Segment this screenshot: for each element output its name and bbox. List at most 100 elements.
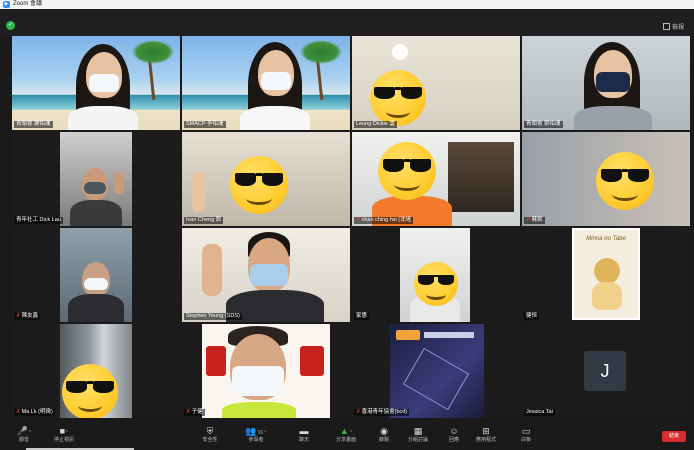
participant-name: ✗陳友鑫: [14, 313, 41, 320]
stop-video-button[interactable]: ■^ 停止視訊: [44, 426, 84, 443]
participants-icon: 👥16^: [245, 426, 267, 436]
participant-tile[interactable]: Ivan Cheng 鄭: [182, 132, 350, 226]
participant-tile[interactable]: 青頭會 謝佑珊: [12, 36, 180, 130]
microphone-icon: 🎤^: [16, 426, 32, 436]
participant-tile[interactable]: J Jessica Tai: [522, 324, 690, 418]
muted-mic-icon: ✗: [356, 409, 361, 415]
participant-tile[interactable]: ✗陳友鑫: [12, 228, 180, 322]
participants-button[interactable]: 👥16^ 參與者: [236, 426, 276, 443]
participant-name: 青頭會 劉佑珊: [524, 121, 563, 128]
torso: [240, 106, 310, 130]
shelf: [448, 142, 514, 212]
participant-name: 青年社工 Dick Lau: [14, 217, 63, 224]
participant-tile[interactable]: Leung Dickie 雲: [352, 36, 520, 130]
grid-view-icon: [662, 23, 670, 30]
mute-button[interactable]: 🎤^ 靜音: [4, 426, 44, 443]
profile-picture: Minna no Tabe: [572, 228, 640, 320]
security-label: 安全性: [202, 437, 218, 443]
muted-mic-icon: ✗: [526, 217, 531, 223]
participant-name: ✗香港青年協會(bcd): [354, 409, 410, 416]
muted-mic-icon: ✗: [16, 409, 21, 415]
active-speaker-tile[interactable]: Stephen Yeung (SDS): [182, 228, 350, 322]
shield-icon: ⛨: [206, 426, 214, 436]
participant-name: Ivan Cheng 鄭: [184, 217, 224, 224]
participant-tile[interactable]: ✗子健: [182, 324, 350, 418]
participant-name: ✗Ma Lk (明偉): [14, 409, 55, 416]
face-mask: [84, 278, 108, 290]
shield-icon[interactable]: ✓: [6, 21, 15, 30]
participant-name: ✗蘇凱: [524, 217, 545, 224]
avatar: J: [584, 351, 626, 391]
participant-tile[interactable]: ✗Ma Lk (明偉): [12, 324, 180, 418]
logo-icon: [396, 330, 420, 340]
ceiling-light: [392, 44, 408, 60]
window-title: Zoom 會議: [13, 1, 43, 7]
whiteboard-label: 白板: [520, 437, 531, 443]
participant-name: 青頭會 謝佑珊: [14, 121, 53, 128]
participant-tile[interactable]: ✗chan ching hsi (沈瑤: [352, 132, 520, 226]
participant-tile[interactable]: Minna no Tabe 健恒: [522, 228, 690, 322]
participant-name: 健恒: [524, 313, 540, 320]
face-mask: [232, 366, 284, 396]
face-mask: [596, 72, 630, 92]
muted-mic-icon: ✗: [16, 313, 21, 319]
logo-text: [424, 332, 474, 338]
participant-name: Jessica Tai: [524, 409, 555, 416]
torso: [222, 402, 296, 418]
participant-tile[interactable]: 青頭會 劉佑珊: [522, 36, 690, 130]
card-title: Minna no Tabe: [586, 236, 626, 242]
chat-button[interactable]: ▬ 聊天: [284, 426, 324, 443]
zoom-icon: ▶: [3, 1, 10, 8]
apps-button[interactable]: ⊞ 應用程式: [466, 426, 506, 443]
peace-hand: [192, 172, 206, 212]
share-screen-icon: ▲^: [339, 426, 353, 436]
banner-glyph: [206, 346, 226, 376]
share-screen-button[interactable]: ▲^ 分享畫面: [326, 426, 366, 443]
peace-hand: [114, 172, 124, 194]
whiteboard-icon: ▭: [521, 426, 531, 436]
face-mask: [250, 264, 288, 286]
sunglasses-emoji-icon: [62, 364, 118, 418]
mascot-body: [592, 282, 622, 310]
apps-icon: ⊞: [482, 426, 490, 436]
breakout-rooms-label: 分組討論: [407, 437, 428, 443]
share-screen-label: 分享畫面: [335, 437, 356, 443]
sunglasses-emoji-icon: [370, 70, 426, 126]
breakout-rooms-button[interactable]: ▦ 分組討論: [398, 426, 438, 443]
banner-glyph: [300, 346, 324, 376]
chat-label: 聊天: [298, 437, 309, 443]
participant-tile[interactable]: 青年社工 Dick Lau: [12, 132, 180, 226]
participant-name: ✗chan ching hsi (沈瑤: [354, 217, 414, 224]
palm-tree: [300, 40, 342, 100]
meeting-toolbar: 🎤^ 靜音 ■^ 停止視訊 ⛨ 安全性 👥16^ 參與者 ▬ 聊天 ▲^ 分享畫…: [0, 422, 694, 450]
participant-tile[interactable]: 家惠: [352, 228, 520, 322]
participant-name: SMACP 李佑珊: [184, 121, 226, 128]
view-label: 檢視: [671, 25, 684, 31]
participant-name: Stephen Yeung (SDS): [184, 313, 242, 320]
mascot-head: [594, 258, 620, 284]
record-label: 錄製: [378, 437, 389, 443]
whiteboard-button[interactable]: ▭ 白板: [506, 426, 546, 443]
participant-tile[interactable]: ✗蘇凱: [522, 132, 690, 226]
chat-bubble-icon: ▬: [299, 426, 309, 436]
view-button[interactable]: 檢視: [662, 22, 684, 31]
muted-mic-icon: ✗: [356, 217, 361, 223]
palm-tree: [132, 40, 174, 100]
end-meeting-button[interactable]: 結束: [662, 431, 686, 442]
window-title-bar: ▶ Zoom 會議: [0, 0, 694, 9]
sunglasses-emoji-icon: [414, 262, 458, 306]
torso: [68, 106, 138, 130]
face-mask: [84, 182, 106, 194]
security-button[interactable]: ⛨ 安全性: [190, 426, 230, 443]
breakout-rooms-icon: ▦: [413, 426, 423, 436]
mute-label: 靜音: [18, 437, 29, 443]
participant-tile[interactable]: SMACP 李佑珊: [182, 36, 350, 130]
stop-video-label: 停止視訊: [53, 437, 74, 443]
participant-name: Leung Dickie 雲: [354, 121, 397, 128]
torso: [68, 294, 124, 322]
participant-name: 家惠: [354, 313, 370, 320]
muted-mic-icon: ✗: [186, 409, 191, 415]
participant-tile[interactable]: ✗香港青年協會(bcd): [352, 324, 520, 418]
reactions-label: 回應: [448, 437, 459, 443]
face-mask: [261, 72, 291, 90]
